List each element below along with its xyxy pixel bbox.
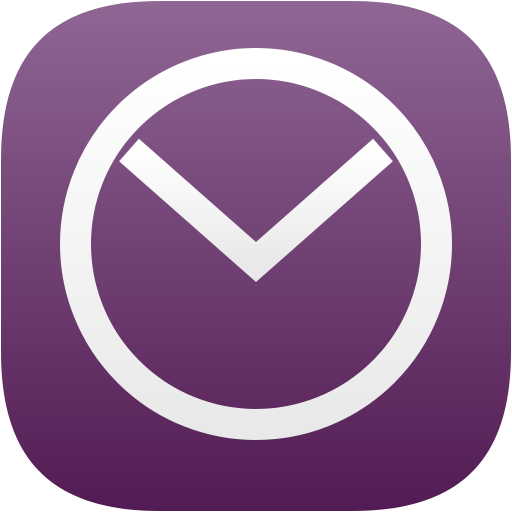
app-icon-tile[interactable] bbox=[0, 0, 512, 512]
app-icon-svg bbox=[1, 1, 511, 511]
